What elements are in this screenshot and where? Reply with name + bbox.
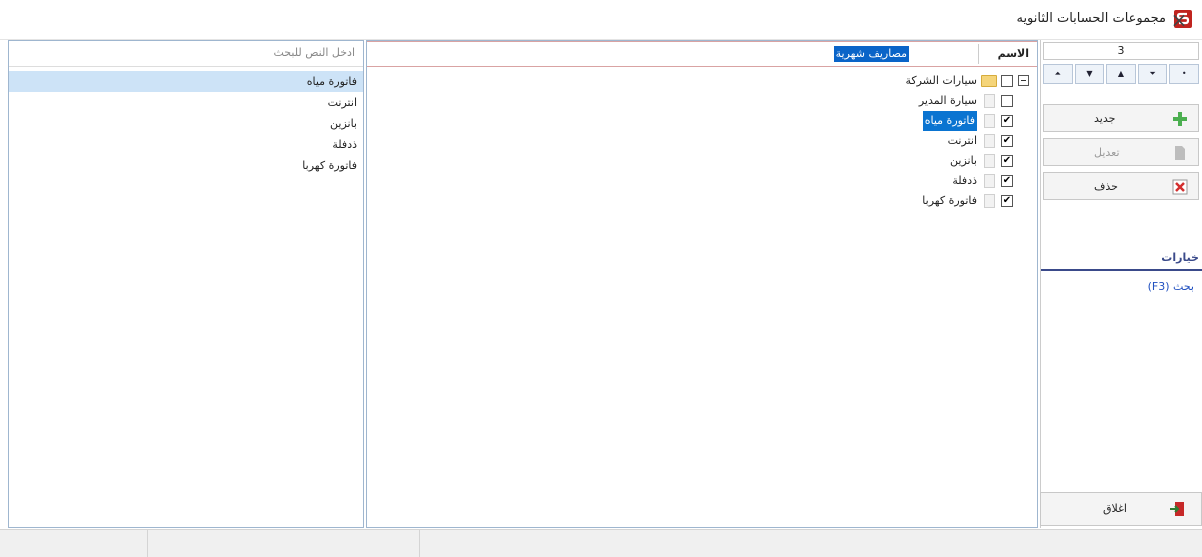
name-input[interactable]: مصاريف شهرية	[833, 46, 909, 62]
record-navigator: ⏶ ▼ ▲ ⏷ •	[1043, 64, 1199, 84]
folder-icon	[981, 75, 997, 87]
tree-item-row[interactable]: ✔ بانزين	[367, 151, 1037, 171]
item-checkbox[interactable]: ✔	[1001, 195, 1013, 207]
delete-icon	[1172, 179, 1188, 195]
status-cell	[0, 530, 148, 557]
plus-icon	[1173, 112, 1187, 126]
tree-item-row[interactable]: ✔ انترنت	[367, 131, 1037, 151]
tree-group-label: سيارات الشركة	[905, 74, 977, 87]
tree-item-label: فاتورة كهربا	[922, 194, 977, 207]
name-field-row: الاسم مصاريف شهرية	[367, 41, 1037, 67]
tree-group-row[interactable]: سيارات الشركة	[367, 71, 1037, 91]
exit-door-icon	[1170, 502, 1184, 516]
document-edit-icon	[1175, 146, 1185, 160]
title-bar: مجموعات الحسابات الثانويه ×	[0, 0, 1202, 40]
status-cell	[148, 530, 420, 557]
item-checkbox[interactable]: ✔	[1001, 175, 1013, 187]
result-item[interactable]: انترنت	[9, 92, 363, 113]
close-button-label: اغلاق	[1103, 502, 1127, 515]
new-button-label: جديد	[1094, 112, 1116, 125]
results-list: فاتورة مياه انترنت بانزين ذدفلة فاتورة ك…	[9, 71, 363, 176]
name-divider	[978, 44, 979, 64]
result-item[interactable]: فاتورة كهربا	[9, 155, 363, 176]
name-label: الاسم	[997, 47, 1029, 60]
document-icon	[984, 194, 995, 208]
document-icon	[984, 174, 995, 188]
nav-current-icon[interactable]: •	[1169, 64, 1199, 84]
item-checkbox[interactable]: ✔	[1001, 155, 1013, 167]
tree-subgroup-label: سيارة المدير	[918, 94, 977, 107]
item-checkbox[interactable]: ✔	[1001, 115, 1013, 127]
new-button[interactable]: جديد	[1043, 104, 1199, 132]
delete-button-label: حذف	[1094, 180, 1118, 193]
tree-item-label: فاتورة مياه	[922, 111, 977, 131]
search-results-panel: ادخل النص للبحث فاتورة مياه انترنت بانزي…	[8, 40, 364, 528]
result-item[interactable]: ذدفلة	[9, 134, 363, 155]
tree-item-row[interactable]: ✔ ذدفلة	[367, 171, 1037, 191]
document-icon	[984, 94, 995, 108]
toolbar-panel: 3 ⏶ ▼ ▲ ⏷ • جديد تعديل حذف خيارات بحث (F…	[1040, 40, 1202, 528]
close-window-icon[interactable]: ×	[1165, 6, 1193, 34]
document-icon	[984, 154, 995, 168]
group-tree-panel: الاسم مصاريف شهرية سيارات الشركة سيارة ا…	[366, 40, 1038, 528]
document-icon	[984, 114, 995, 128]
collapse-icon[interactable]	[1018, 75, 1029, 86]
result-item[interactable]: بانزين	[9, 113, 363, 134]
group-checkbox[interactable]	[1001, 75, 1013, 87]
record-count: 3	[1043, 42, 1199, 60]
nav-last-icon[interactable]: ⏷	[1137, 64, 1168, 84]
nav-prev-icon[interactable]: ▲	[1106, 64, 1136, 84]
item-checkbox[interactable]: ✔	[1001, 135, 1013, 147]
edit-button-label: تعديل	[1094, 146, 1120, 159]
subgroup-checkbox[interactable]	[1001, 95, 1013, 107]
result-item[interactable]: فاتورة مياه	[9, 71, 363, 92]
tree-item-row[interactable]: ✔ فاتورة كهربا	[367, 191, 1037, 211]
nav-first-icon[interactable]: ⏶	[1043, 64, 1073, 84]
delete-button[interactable]: حذف	[1043, 172, 1199, 200]
nav-next-icon[interactable]: ▼	[1074, 64, 1105, 84]
search-link[interactable]: بحث (F3)	[1148, 280, 1194, 293]
status-cell	[420, 530, 1020, 557]
edit-button[interactable]: تعديل	[1043, 138, 1199, 166]
tree-item-label: انترنت	[947, 134, 977, 147]
status-bar	[0, 529, 1202, 557]
tree-item-label: بانزين	[950, 154, 977, 167]
window-title: مجموعات الحسابات الثانويه	[1016, 11, 1166, 26]
tree-item-row[interactable]: ✔ فاتورة مياه	[367, 111, 1037, 131]
close-button[interactable]: اغلاق	[1040, 492, 1202, 526]
options-header: خيارات	[1041, 249, 1202, 271]
tree-subgroup-row[interactable]: سيارة المدير	[367, 91, 1037, 111]
options-title: خيارات	[1161, 251, 1199, 264]
search-input[interactable]: ادخل النص للبحث	[9, 41, 363, 67]
tree-item-label: ذدفلة	[952, 174, 977, 187]
document-icon	[984, 134, 995, 148]
